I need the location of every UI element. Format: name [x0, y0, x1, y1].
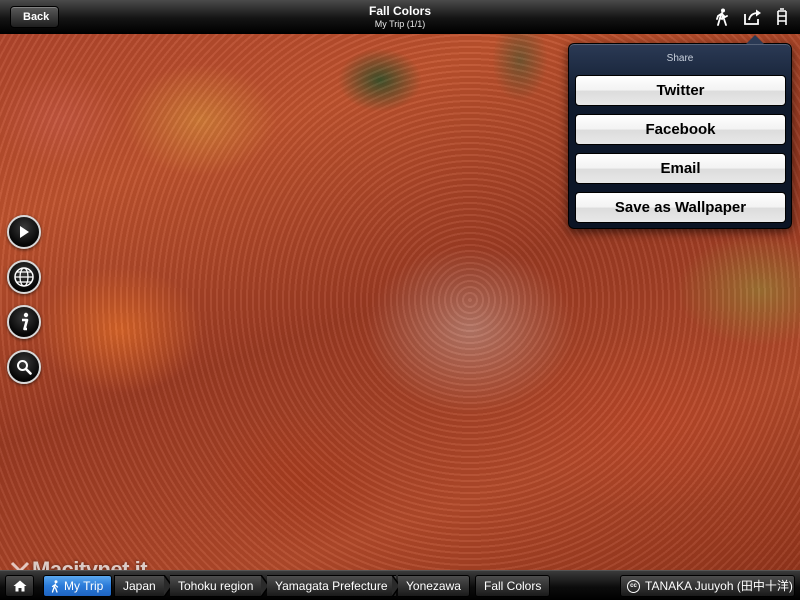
breadcrumb-my-trip[interactable]: My Trip [43, 575, 113, 597]
share-facebook-button[interactable]: Facebook [575, 114, 786, 145]
map-button[interactable] [7, 260, 41, 294]
share-twitter-button[interactable]: Twitter [575, 75, 786, 106]
photo-credit-author: TANAKA Juuyoh (田中十洋) [645, 579, 793, 593]
play-button[interactable] [7, 215, 41, 249]
breadcrumb-label: Japan [123, 579, 156, 593]
save-as-wallpaper-button[interactable]: Save as Wallpaper [575, 192, 786, 223]
photo-credit[interactable]: cc TANAKA Juuyoh (田中十洋) [620, 575, 795, 597]
walking-person-icon[interactable] [711, 6, 733, 28]
breadcrumb-yonezawa[interactable]: Yonezawa [398, 575, 470, 597]
bookmark-icon[interactable] [771, 6, 793, 28]
search-icon [17, 360, 32, 375]
share-header: Share [666, 53, 694, 64]
share-popover: Share Twitter Facebook Email Save as Wal… [568, 35, 792, 229]
breadcrumb-current-fall-colors[interactable]: Fall Colors [475, 575, 551, 597]
breadcrumb-label: Fall Colors [484, 579, 542, 593]
walking-person-icon [51, 580, 59, 593]
globe-icon [14, 267, 34, 287]
info-icon [22, 312, 29, 331]
breadcrumb-label: My Trip [64, 579, 104, 593]
breadcrumb-label: Yamagata Prefecture [275, 579, 388, 593]
breadcrumb-label: Yonezawa [406, 579, 461, 593]
page-title: Fall Colors [368, 4, 431, 18]
breadcrumb-tohoku-region[interactable]: Tohoku region [170, 575, 262, 597]
play-icon [20, 226, 29, 238]
bottom-bar: My Trip Japan Tohoku region Yamagata Pre… [0, 570, 800, 600]
back-button[interactable]: Back [10, 6, 60, 28]
breadcrumb-yamagata-prefecture[interactable]: Yamagata Prefecture [267, 575, 396, 597]
title-block: Fall Colors My Trip (1/1) [250, 4, 550, 30]
page-subtitle: My Trip (1/1) [374, 19, 426, 29]
share-icon[interactable] [742, 6, 764, 28]
share-email-button[interactable]: Email [575, 153, 786, 184]
back-button-label: Back [23, 11, 50, 23]
home-icon [13, 580, 26, 592]
top-bar: Back Fall Colors My Trip (1/1) [0, 0, 800, 34]
info-button[interactable] [7, 305, 41, 339]
home-button[interactable] [5, 575, 34, 597]
creative-commons-icon: cc [627, 580, 640, 593]
search-button[interactable] [7, 350, 41, 384]
breadcrumb-label: Tohoku region [178, 579, 254, 593]
breadcrumb-japan[interactable]: Japan [114, 575, 164, 597]
